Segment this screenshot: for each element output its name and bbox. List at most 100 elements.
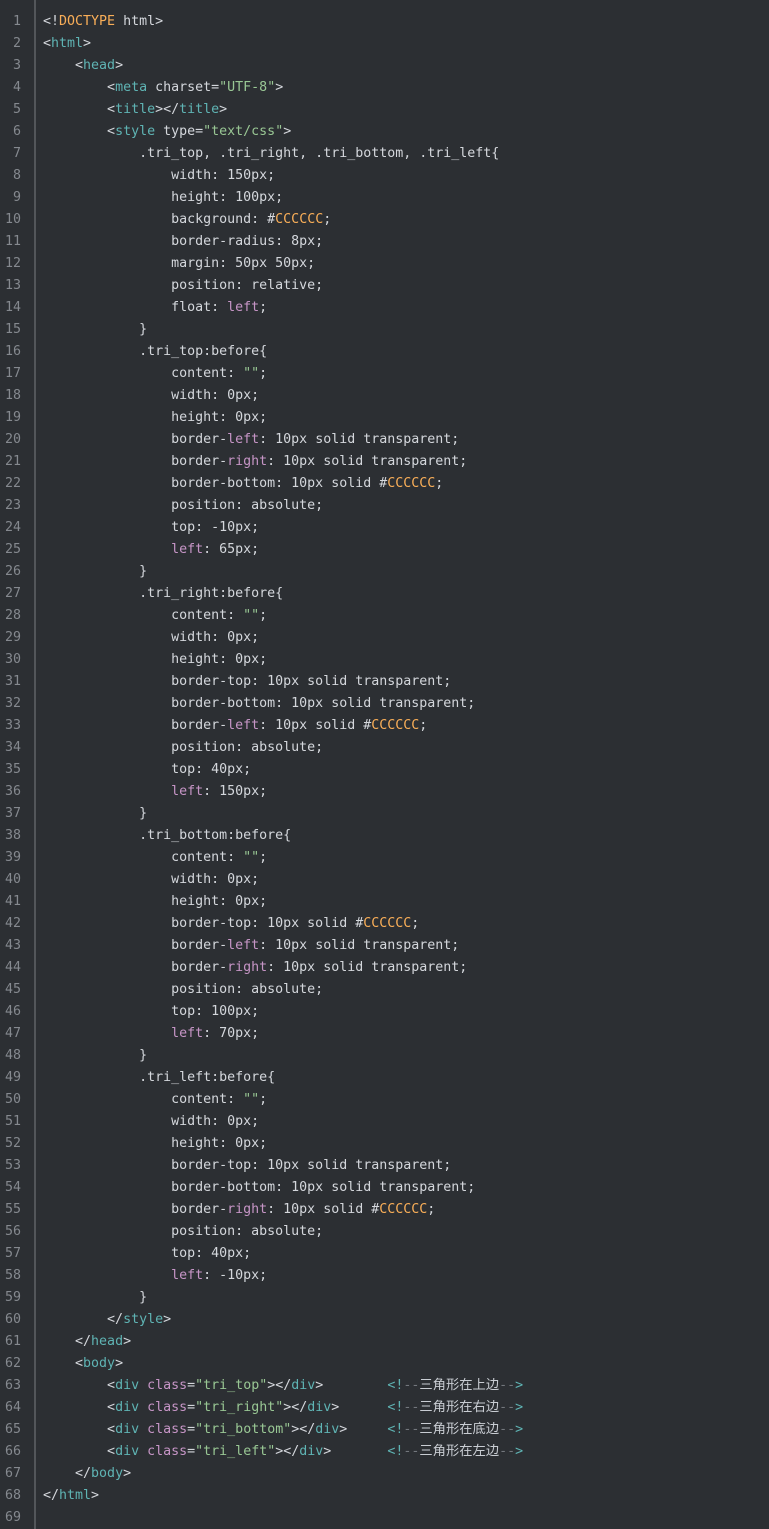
line-number[interactable]: 68	[0, 1485, 34, 1507]
line-number[interactable]: 21	[0, 451, 34, 473]
line-number[interactable]: 39	[0, 847, 34, 869]
code-line[interactable]: 32 border-bottom: 10px solid transparent…	[0, 693, 769, 715]
code-line[interactable]: 9 height: 100px;	[0, 187, 769, 209]
line-number[interactable]: 41	[0, 891, 34, 913]
line-number[interactable]: 42	[0, 913, 34, 935]
line-number[interactable]: 43	[0, 935, 34, 957]
code-line[interactable]: 17 content: "";	[0, 363, 769, 385]
code-line[interactable]: 45 position: absolute;	[0, 979, 769, 1001]
code-line[interactable]: 68 </html>	[0, 1485, 769, 1507]
line-number[interactable]: 47	[0, 1023, 34, 1045]
line-number[interactable]: 12	[0, 253, 34, 275]
code-line[interactable]: 62 <body>	[0, 1353, 769, 1375]
line-number[interactable]: 51	[0, 1111, 34, 1133]
code-line[interactable]: 5 <title></title>	[0, 99, 769, 121]
code-line[interactable]: 21 border-right: 10px solid transparent;	[0, 451, 769, 473]
code-line[interactable]: 35 top: 40px;	[0, 759, 769, 781]
code-line[interactable]: 36 left: 150px;	[0, 781, 769, 803]
line-number[interactable]: 56	[0, 1221, 34, 1243]
line-number[interactable]: 36	[0, 781, 34, 803]
code-line[interactable]: 23 position: absolute;	[0, 495, 769, 517]
code-line[interactable]: 2 <html>	[0, 33, 769, 55]
code-line[interactable]: 43 border-left: 10px solid transparent;	[0, 935, 769, 957]
line-number[interactable]: 53	[0, 1155, 34, 1177]
code-line[interactable]: 22 border-bottom: 10px solid #CCCCCC;	[0, 473, 769, 495]
line-number[interactable]: 60	[0, 1309, 34, 1331]
code-line[interactable]: 13 position: relative;	[0, 275, 769, 297]
code-line[interactable]: 26 }	[0, 561, 769, 583]
code-line[interactable]: 47 left: 70px;	[0, 1023, 769, 1045]
line-number[interactable]: 54	[0, 1177, 34, 1199]
code-line[interactable]: 3 <head>	[0, 55, 769, 77]
code-line[interactable]: 65 <div class="tri_bottom"></div> <!--三角…	[0, 1419, 769, 1441]
code-line[interactable]: 69	[0, 1507, 769, 1529]
code-line[interactable]: 66 <div class="tri_left"></div> <!--三角形在…	[0, 1441, 769, 1463]
code-line[interactable]: 30 height: 0px;	[0, 649, 769, 671]
line-number[interactable]: 27	[0, 583, 34, 605]
line-number[interactable]: 30	[0, 649, 34, 671]
line-number[interactable]: 37	[0, 803, 34, 825]
line-number[interactable]: 34	[0, 737, 34, 759]
code-line[interactable]: 67 </body>	[0, 1463, 769, 1485]
code-line[interactable]: 55 border-right: 10px solid #CCCCCC;	[0, 1199, 769, 1221]
line-number[interactable]: 28	[0, 605, 34, 627]
code-line[interactable]: 31 border-top: 10px solid transparent;	[0, 671, 769, 693]
code-line[interactable]: 58 left: -10px;	[0, 1265, 769, 1287]
code-line[interactable]: 27 .tri_right:before{	[0, 583, 769, 605]
code-line[interactable]: 59 }	[0, 1287, 769, 1309]
line-number[interactable]: 11	[0, 231, 34, 253]
code-line[interactable]: 44 border-right: 10px solid transparent;	[0, 957, 769, 979]
code-line[interactable]: 6 <style type="text/css">	[0, 121, 769, 143]
code-line[interactable]: 42 border-top: 10px solid #CCCCCC;	[0, 913, 769, 935]
line-number[interactable]: 9	[0, 187, 34, 209]
code-line[interactable]: 34 position: absolute;	[0, 737, 769, 759]
line-number[interactable]: 50	[0, 1089, 34, 1111]
code-line[interactable]: 33 border-left: 10px solid #CCCCCC;	[0, 715, 769, 737]
code-line[interactable]: 63 <div class="tri_top"></div> <!--三角形在上…	[0, 1375, 769, 1397]
code-line[interactable]: 15 }	[0, 319, 769, 341]
line-number[interactable]: 8	[0, 165, 34, 187]
code-line[interactable]: 40 width: 0px;	[0, 869, 769, 891]
code-line[interactable]: 52 height: 0px;	[0, 1133, 769, 1155]
code-line[interactable]: 39 content: "";	[0, 847, 769, 869]
line-number[interactable]: 49	[0, 1067, 34, 1089]
line-number[interactable]: 63	[0, 1375, 34, 1397]
line-number[interactable]: 55	[0, 1199, 34, 1221]
line-number[interactable]: 48	[0, 1045, 34, 1067]
line-number[interactable]: 2	[0, 33, 34, 55]
line-number[interactable]: 32	[0, 693, 34, 715]
line-number[interactable]: 46	[0, 1001, 34, 1023]
code-line[interactable]: 53 border-top: 10px solid transparent;	[0, 1155, 769, 1177]
line-number[interactable]: 65	[0, 1419, 34, 1441]
code-line[interactable]: 49 .tri_left:before{	[0, 1067, 769, 1089]
line-number[interactable]: 57	[0, 1243, 34, 1265]
line-number[interactable]: 62	[0, 1353, 34, 1375]
line-number[interactable]: 26	[0, 561, 34, 583]
code-line[interactable]: 46 top: 100px;	[0, 1001, 769, 1023]
line-number[interactable]: 24	[0, 517, 34, 539]
line-number[interactable]: 61	[0, 1331, 34, 1353]
code-line[interactable]: 18 width: 0px;	[0, 385, 769, 407]
line-number[interactable]: 29	[0, 627, 34, 649]
line-number[interactable]: 58	[0, 1265, 34, 1287]
line-number[interactable]: 20	[0, 429, 34, 451]
line-number[interactable]: 3	[0, 55, 34, 77]
line-number[interactable]: 19	[0, 407, 34, 429]
line-number[interactable]: 38	[0, 825, 34, 847]
line-number[interactable]: 7	[0, 143, 34, 165]
code-line[interactable]: 7 .tri_top, .tri_right, .tri_bottom, .tr…	[0, 143, 769, 165]
line-number[interactable]: 45	[0, 979, 34, 1001]
code-line[interactable]: 28 content: "";	[0, 605, 769, 627]
line-number[interactable]: 1	[0, 11, 34, 33]
line-number[interactable]: 35	[0, 759, 34, 781]
line-number[interactable]: 31	[0, 671, 34, 693]
code-line[interactable]: 14 float: left;	[0, 297, 769, 319]
code-line[interactable]: 64 <div class="tri_right"></div> <!--三角形…	[0, 1397, 769, 1419]
line-number[interactable]: 64	[0, 1397, 34, 1419]
line-number[interactable]: 40	[0, 869, 34, 891]
line-number[interactable]: 66	[0, 1441, 34, 1463]
line-number[interactable]: 6	[0, 121, 34, 143]
code-line[interactable]: 8 width: 150px;	[0, 165, 769, 187]
code-line[interactable]: 4 <meta charset="UTF-8">	[0, 77, 769, 99]
code-line[interactable]: 1 <!DOCTYPE html>	[0, 11, 769, 33]
